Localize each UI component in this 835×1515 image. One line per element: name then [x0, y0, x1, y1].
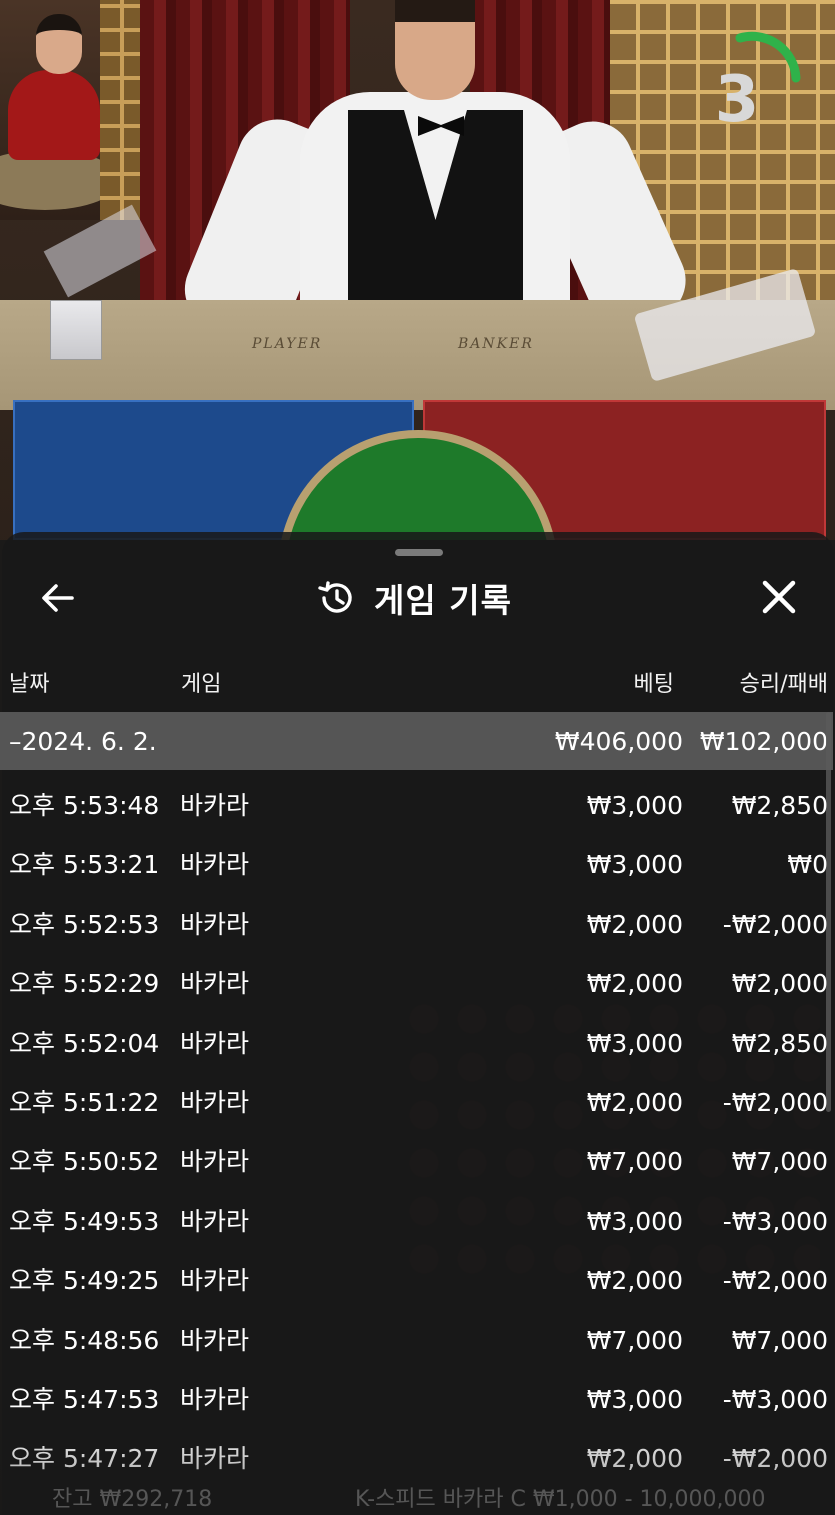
- row-time: 오후 5:53:48: [9, 791, 160, 820]
- row-result: -₩2,000: [722, 1266, 828, 1295]
- row-result: ₩2,000: [731, 969, 828, 998]
- row-bet: ₩3,000: [586, 791, 683, 820]
- countdown-number: 3: [714, 63, 760, 137]
- back-button[interactable]: [36, 576, 80, 620]
- row-bet: ₩2,000: [586, 910, 683, 939]
- row-game: 바카라: [180, 1088, 250, 1117]
- row-result: -₩2,000: [722, 910, 828, 939]
- row-game: 바카라: [180, 1385, 250, 1414]
- arrow-left-icon: [42, 584, 74, 612]
- row-bet: ₩3,000: [586, 1029, 683, 1058]
- row-bet: ₩2,000: [586, 1266, 683, 1295]
- row-bet: ₩7,000: [586, 1147, 683, 1176]
- background-dealer: [8, 70, 100, 160]
- date-group-bet-total: ₩406,000: [554, 727, 683, 756]
- page-title: 게임 기록: [374, 581, 512, 620]
- row-time: 오후 5:50:52: [9, 1147, 160, 1176]
- row-time: 오후 5:51:22: [9, 1088, 160, 1117]
- row-time: 오후 5:49:25: [9, 1266, 160, 1295]
- date-group-result-total: ₩102,000: [699, 727, 828, 756]
- felt-banker-label: BANKER: [458, 336, 534, 352]
- row-result: ₩2,850: [731, 1029, 828, 1058]
- row-bet: ₩7,000: [586, 1326, 683, 1355]
- close-icon: [762, 580, 796, 614]
- history-clock-icon: [318, 581, 352, 613]
- row-game: 바카라: [180, 850, 250, 879]
- row-time: 오후 5:52:04: [9, 1029, 160, 1058]
- balance-display: 잔고 ₩292,718: [52, 1487, 213, 1512]
- row-game: 바카라: [180, 791, 250, 820]
- date-group-label: –2024. 6. 2.: [9, 727, 157, 756]
- row-result: ₩2,850: [731, 791, 828, 820]
- row-bet: ₩3,000: [586, 1385, 683, 1414]
- column-header-game[interactable]: 게임: [181, 666, 221, 698]
- row-result: -₩3,000: [722, 1385, 828, 1414]
- row-time: 오후 5:52:29: [9, 969, 160, 998]
- row-bet: ₩3,000: [586, 1207, 683, 1236]
- row-time: 오후 5:47:53: [9, 1385, 160, 1414]
- row-bet: ₩3,000: [586, 850, 683, 879]
- felt-player-label: PLAYER: [252, 336, 323, 352]
- row-time: 오후 5:48:56: [9, 1326, 160, 1355]
- column-header-date[interactable]: 날짜: [9, 666, 49, 698]
- row-result: ₩7,000: [731, 1147, 828, 1176]
- dealer: [395, 0, 475, 100]
- row-bet: ₩2,000: [586, 1088, 683, 1117]
- row-time: 오후 5:53:21: [9, 850, 160, 879]
- close-button[interactable]: [756, 574, 802, 620]
- row-game: 바카라: [180, 969, 250, 998]
- card-stack: [50, 300, 102, 360]
- row-game: 바카라: [180, 1326, 250, 1355]
- table-info: K-스피드 바카라 C ₩1,000 - 10,000,000: [355, 1487, 766, 1512]
- row-game: 바카라: [180, 1207, 250, 1236]
- row-game: 바카라: [180, 1266, 250, 1295]
- row-time: 오후 5:49:53: [9, 1207, 160, 1236]
- row-bet: ₩2,000: [586, 969, 683, 998]
- background-dealer-head: [36, 14, 82, 74]
- row-result: -₩3,000: [722, 1207, 828, 1236]
- row-result: ₩0: [787, 850, 828, 879]
- row-result: ₩7,000: [731, 1326, 828, 1355]
- column-header-result[interactable]: 승리/패배: [690, 666, 828, 698]
- row-game: 바카라: [180, 910, 250, 939]
- column-header-bet[interactable]: 베팅: [560, 666, 674, 698]
- row-result: -₩2,000: [722, 1088, 828, 1117]
- row-game: 바카라: [180, 1147, 250, 1176]
- sheet-header: 게임 기록: [316, 572, 512, 624]
- sheet-drag-handle[interactable]: [395, 549, 443, 556]
- row-time: 오후 5:52:53: [9, 910, 160, 939]
- row-game: 바카라: [180, 1029, 250, 1058]
